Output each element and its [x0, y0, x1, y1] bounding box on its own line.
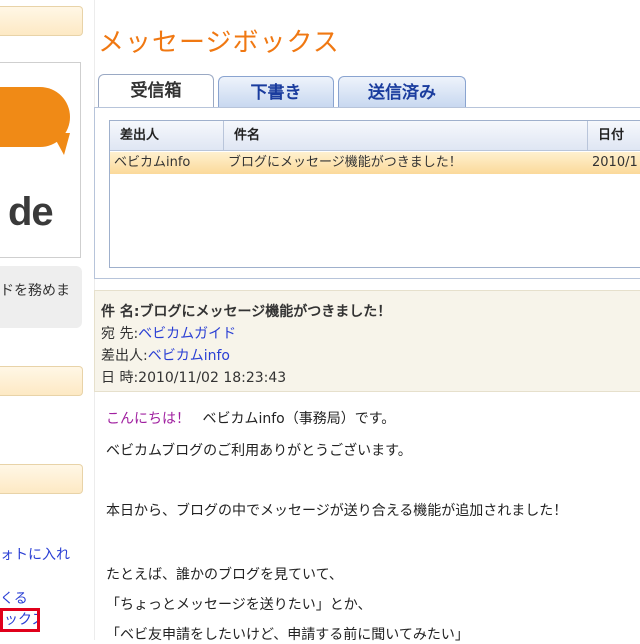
body-line: たとえば、誰かのブログを見ていて、 — [106, 567, 343, 583]
message-date: 2010/1 — [592, 155, 638, 170]
logo-text: de — [8, 190, 54, 234]
subject-value: ブログにメッセージ機能がつきました！ — [139, 304, 392, 320]
message-to-row: 宛 先:ベビカムガイド — [101, 323, 236, 343]
body-line: 「ちょっとメッセージを送りたい」とか、 — [106, 597, 372, 613]
message-from-row: 差出人:ベビカムinfo — [101, 345, 230, 365]
body-line: 「ベビ友申請をしたいけど、申請する前に聞いてみたい」 — [106, 627, 469, 643]
column-header-date[interactable]: 日付 — [588, 121, 640, 151]
date-label: 日 時: — [101, 370, 139, 386]
sidebar-section-header — [0, 464, 83, 494]
tab-inbox[interactable]: 受信箱 — [98, 74, 214, 107]
body-text: ベビカムinfo（事務局）です。 — [202, 411, 396, 427]
sidebar-link-send[interactable]: くる — [0, 588, 28, 608]
body-line: こんにちは！ ベビカムinfo（事務局）です。 — [106, 408, 395, 428]
message-list-panel: 差出人 件名 日付 ベビカムinfo ブログにメッセージ機能がつきました！ 20… — [94, 107, 640, 279]
sidebar-section-header — [0, 366, 83, 396]
speech-bubble-tail-icon — [52, 133, 70, 155]
message-sender: ベビカムinfo — [114, 155, 191, 170]
message-date-row: 日 時:2010/11/02 18:23:43 — [101, 367, 286, 387]
tab-sent[interactable]: 送信済み — [338, 76, 466, 107]
body-line: ベビカムブログのご利用ありがとうございます。 — [106, 443, 412, 459]
sidebar-section-header — [0, 6, 83, 36]
message-list: 差出人 件名 日付 ベビカムinfo ブログにメッセージ機能がつきました！ 20… — [109, 120, 640, 268]
page-title: メッセージボックス — [98, 28, 340, 58]
to-label: 宛 先: — [101, 326, 139, 342]
date-value: 2010/11/02 18:23:43 — [138, 370, 287, 386]
subject-label: 件 名: — [101, 304, 140, 320]
from-label: 差出人: — [101, 348, 148, 364]
sidebar-link-photo[interactable]: ォトに入れ — [0, 544, 70, 564]
from-link[interactable]: ベビカムinfo — [148, 348, 230, 364]
message-subject-row: 件 名:ブログにメッセージ機能がつきました！ — [101, 301, 391, 321]
column-header-subject[interactable]: 件名 — [224, 121, 588, 151]
message-row[interactable]: ベビカムinfo ブログにメッセージ機能がつきました！ 2010/1 — [110, 152, 640, 174]
sidebar: de ドを務めま ォトに入れ くる ックス — [0, 0, 86, 640]
to-link[interactable]: ベビカムガイド — [138, 326, 236, 342]
body-line: 本日から、ブログの中でメッセージが送り合える機能が追加されました！ — [106, 503, 568, 519]
column-header-sender[interactable]: 差出人 — [110, 121, 224, 151]
message-subject: ブログにメッセージ機能がつきました！ — [228, 155, 462, 170]
tab-drafts[interactable]: 下書き — [218, 76, 334, 107]
sidebar-description: ドを務めま — [0, 283, 70, 299]
message-header: 件 名:ブログにメッセージ機能がつきました！ 宛 先:ベビカムガイド 差出人:ベ… — [94, 290, 640, 392]
sidebar-link-message-box[interactable]: ックス — [0, 608, 40, 632]
greeting: こんにちは！ — [106, 411, 190, 427]
